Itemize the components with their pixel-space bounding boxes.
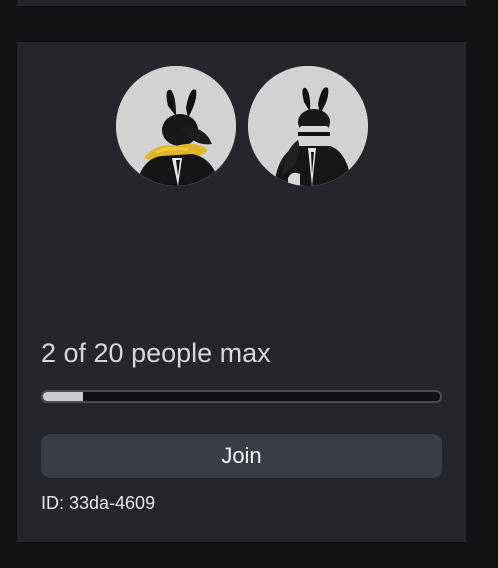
join-button[interactable]: Join <box>41 434 442 478</box>
player-avatar[interactable] <box>248 66 368 186</box>
player-capacity-bar <box>41 390 442 403</box>
player-avatars <box>116 66 368 186</box>
avatar-image-2 <box>248 66 368 186</box>
player-avatar[interactable] <box>116 66 236 186</box>
player-capacity-fill <box>43 392 83 401</box>
previous-server-card <box>17 0 466 6</box>
server-card: 2 of 20 people max Join ID: 33da-4609 <box>17 42 466 542</box>
player-count-label: 2 of 20 people max <box>41 338 271 368</box>
server-list-page: 2 of 20 people max Join ID: 33da-4609 <box>0 0 498 568</box>
avatar-image-1 <box>116 66 236 186</box>
server-id-label: ID: 33da-4609 <box>41 493 156 513</box>
